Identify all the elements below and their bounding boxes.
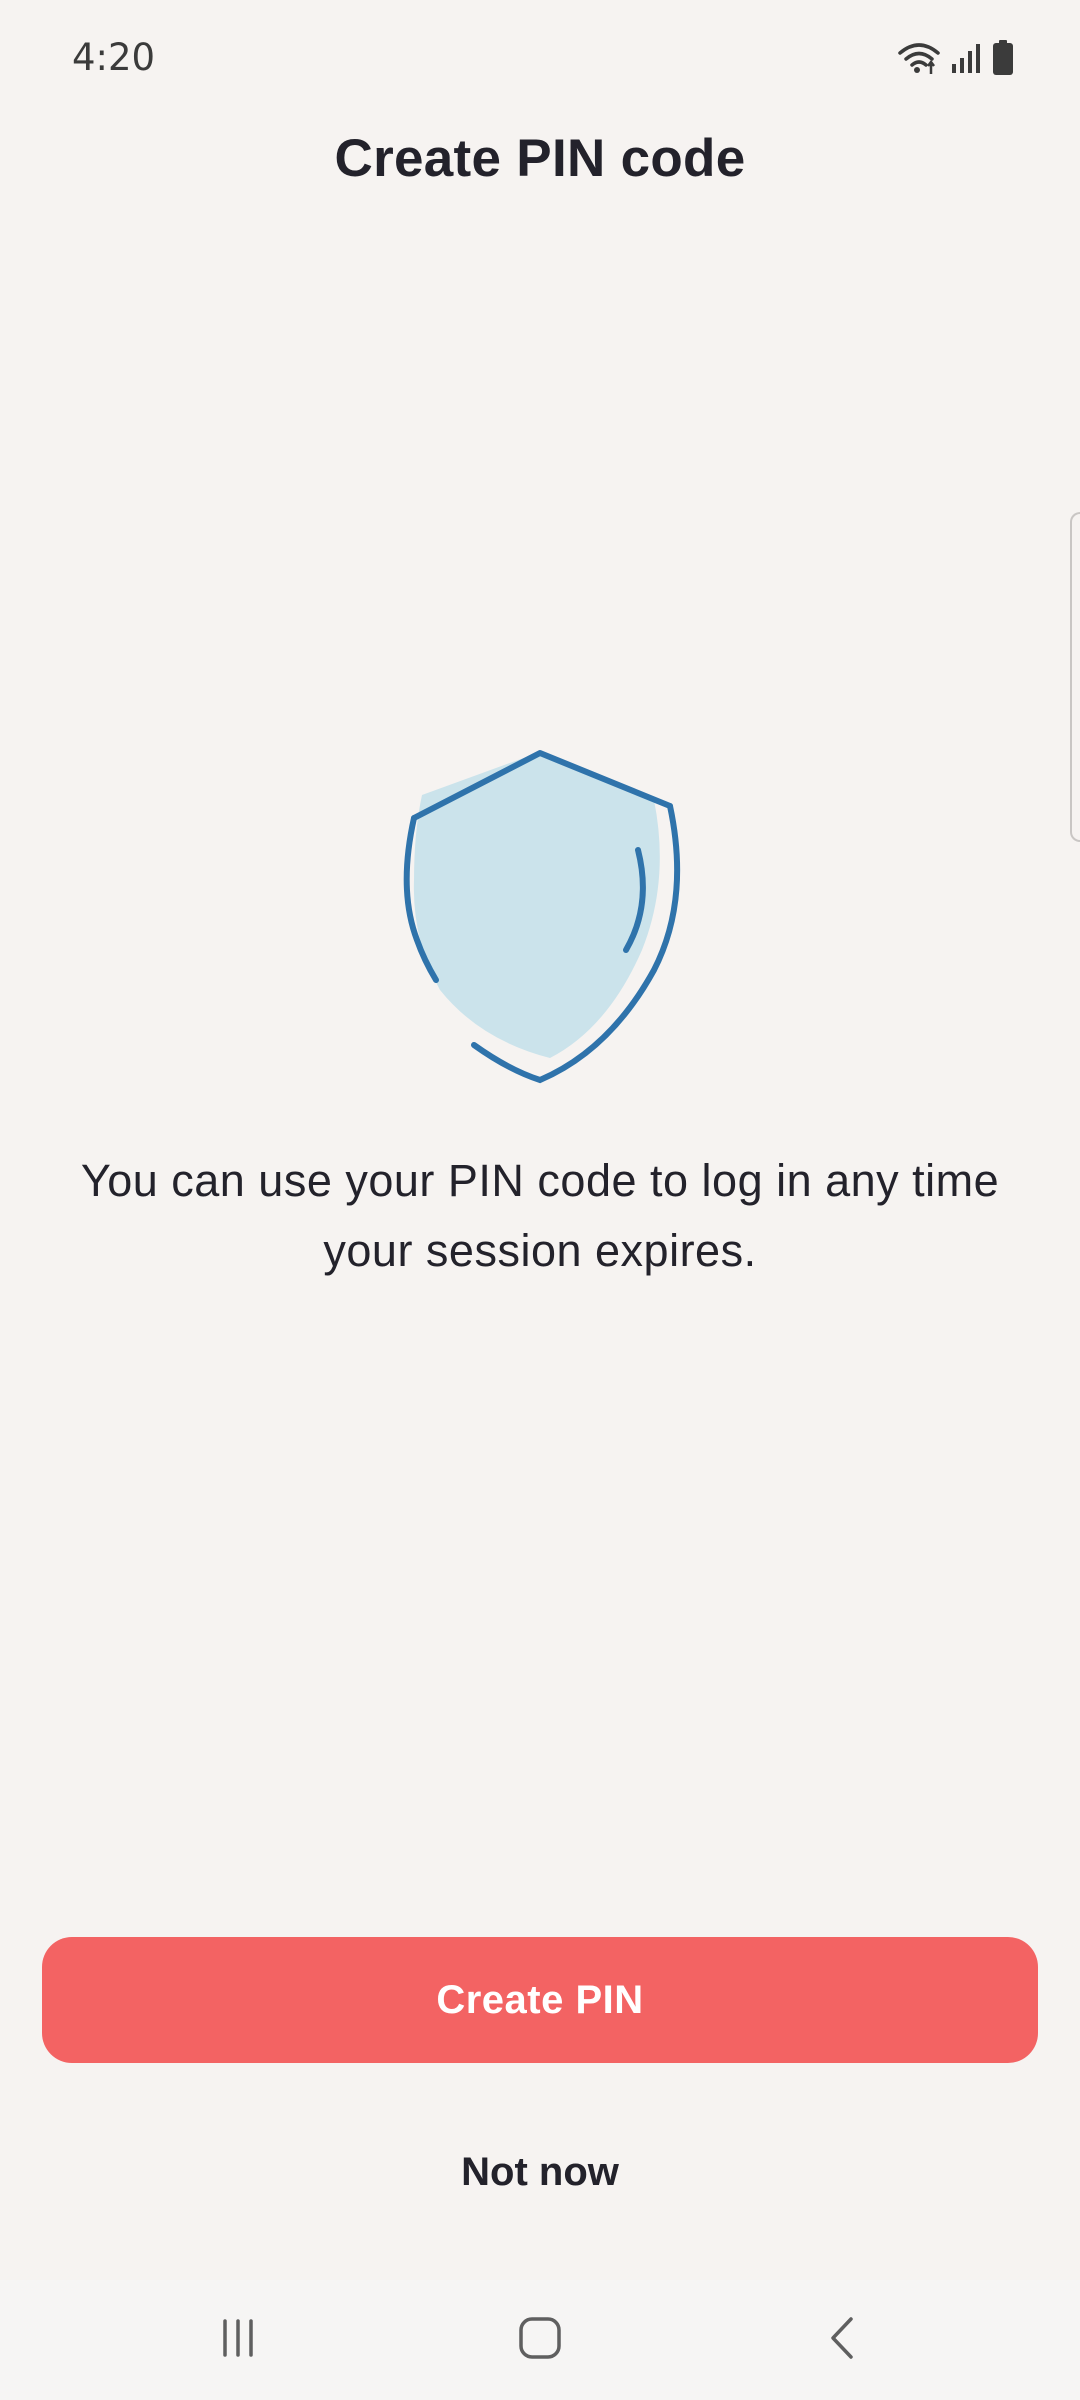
recent-apps-button[interactable] — [158, 2280, 318, 2400]
wifi-icon — [898, 41, 940, 80]
create-pin-button[interactable]: Create PIN — [42, 1937, 1038, 2063]
cellular-signal-icon — [950, 42, 982, 79]
status-time: 4:20 — [72, 36, 156, 79]
home-icon — [518, 2316, 562, 2365]
navigation-bar — [0, 2280, 1080, 2400]
shield-icon — [372, 740, 708, 1088]
not-now-button-label: Not now — [461, 2149, 619, 2194]
status-bar: 4:20 — [0, 0, 1080, 120]
edge-panel-handle[interactable] — [1070, 512, 1080, 842]
home-button[interactable] — [460, 2280, 620, 2400]
recent-apps-icon — [218, 2318, 258, 2363]
page-title: Create PIN code — [334, 129, 746, 188]
battery-icon — [992, 40, 1014, 81]
create-pin-button-label: Create PIN — [436, 1977, 644, 2022]
status-icons — [898, 40, 1014, 81]
back-icon — [827, 2316, 857, 2365]
not-now-button[interactable]: Not now — [340, 2140, 740, 2204]
back-button[interactable] — [762, 2280, 922, 2400]
description-text: You can use your PIN code to log in any … — [80, 1155, 1000, 1276]
